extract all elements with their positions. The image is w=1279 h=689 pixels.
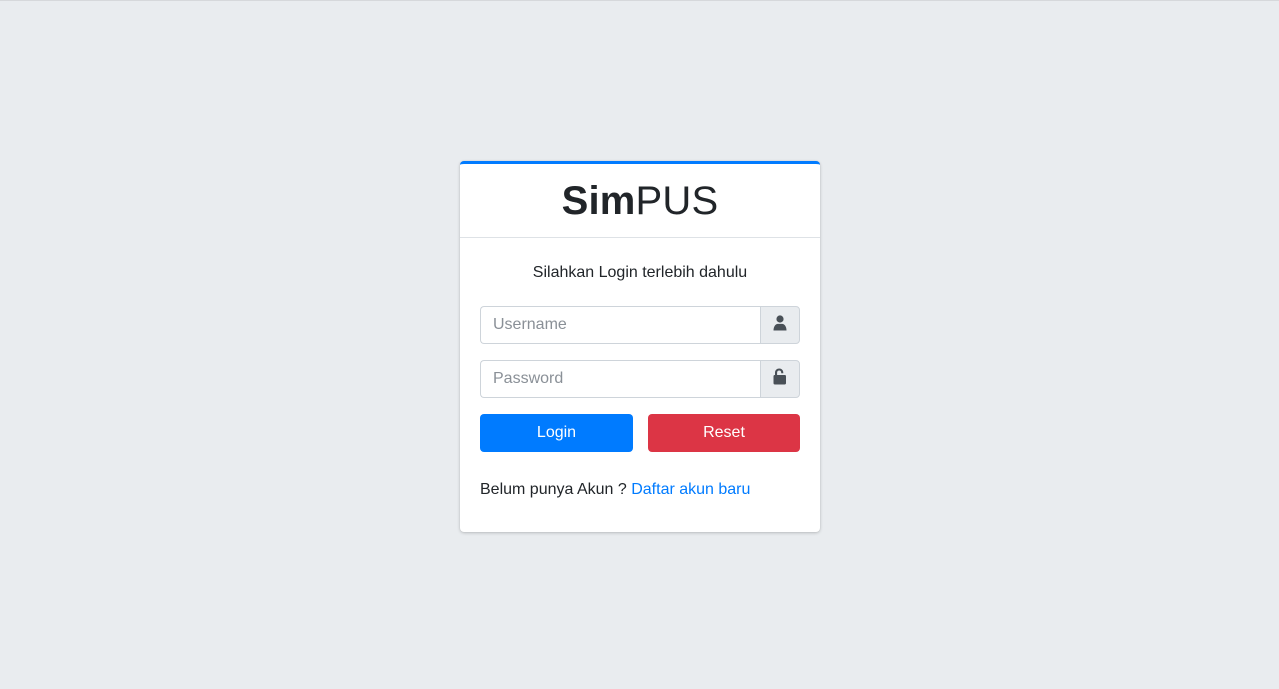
username-addon [760, 306, 800, 344]
login-message: Silahkan Login terlebih dahulu [532, 264, 748, 281]
login-form: Login Reset [480, 306, 800, 452]
user-icon [773, 314, 787, 336]
password-addon [760, 360, 800, 398]
login-card: SimPUS Silahkan Login terlebih dahulu Us… [460, 161, 820, 532]
card-header: SimPUS [460, 164, 820, 238]
brand-logo-text[interactable]: SimPUS [562, 181, 719, 221]
password-input[interactable] [480, 360, 760, 398]
username-input[interactable] [480, 306, 760, 344]
brand-regular: PUS [635, 178, 719, 223]
register-link[interactable]: Daftar akun baru [631, 481, 750, 498]
reset-button[interactable]: Reset [648, 414, 800, 452]
brand-bold: Sim [561, 178, 636, 223]
card-body: Silahkan Login terlebih dahulu Username … [460, 238, 820, 522]
register-prompt: Belum punya Akun ? Daftar akun baru [480, 478, 800, 502]
button-row: Login Reset [480, 414, 800, 452]
unlock-icon [772, 368, 788, 390]
password-group [480, 360, 800, 398]
username-group [480, 306, 800, 344]
login-button[interactable]: Login [480, 414, 633, 452]
register-text: Belum punya Akun ? [480, 481, 632, 498]
